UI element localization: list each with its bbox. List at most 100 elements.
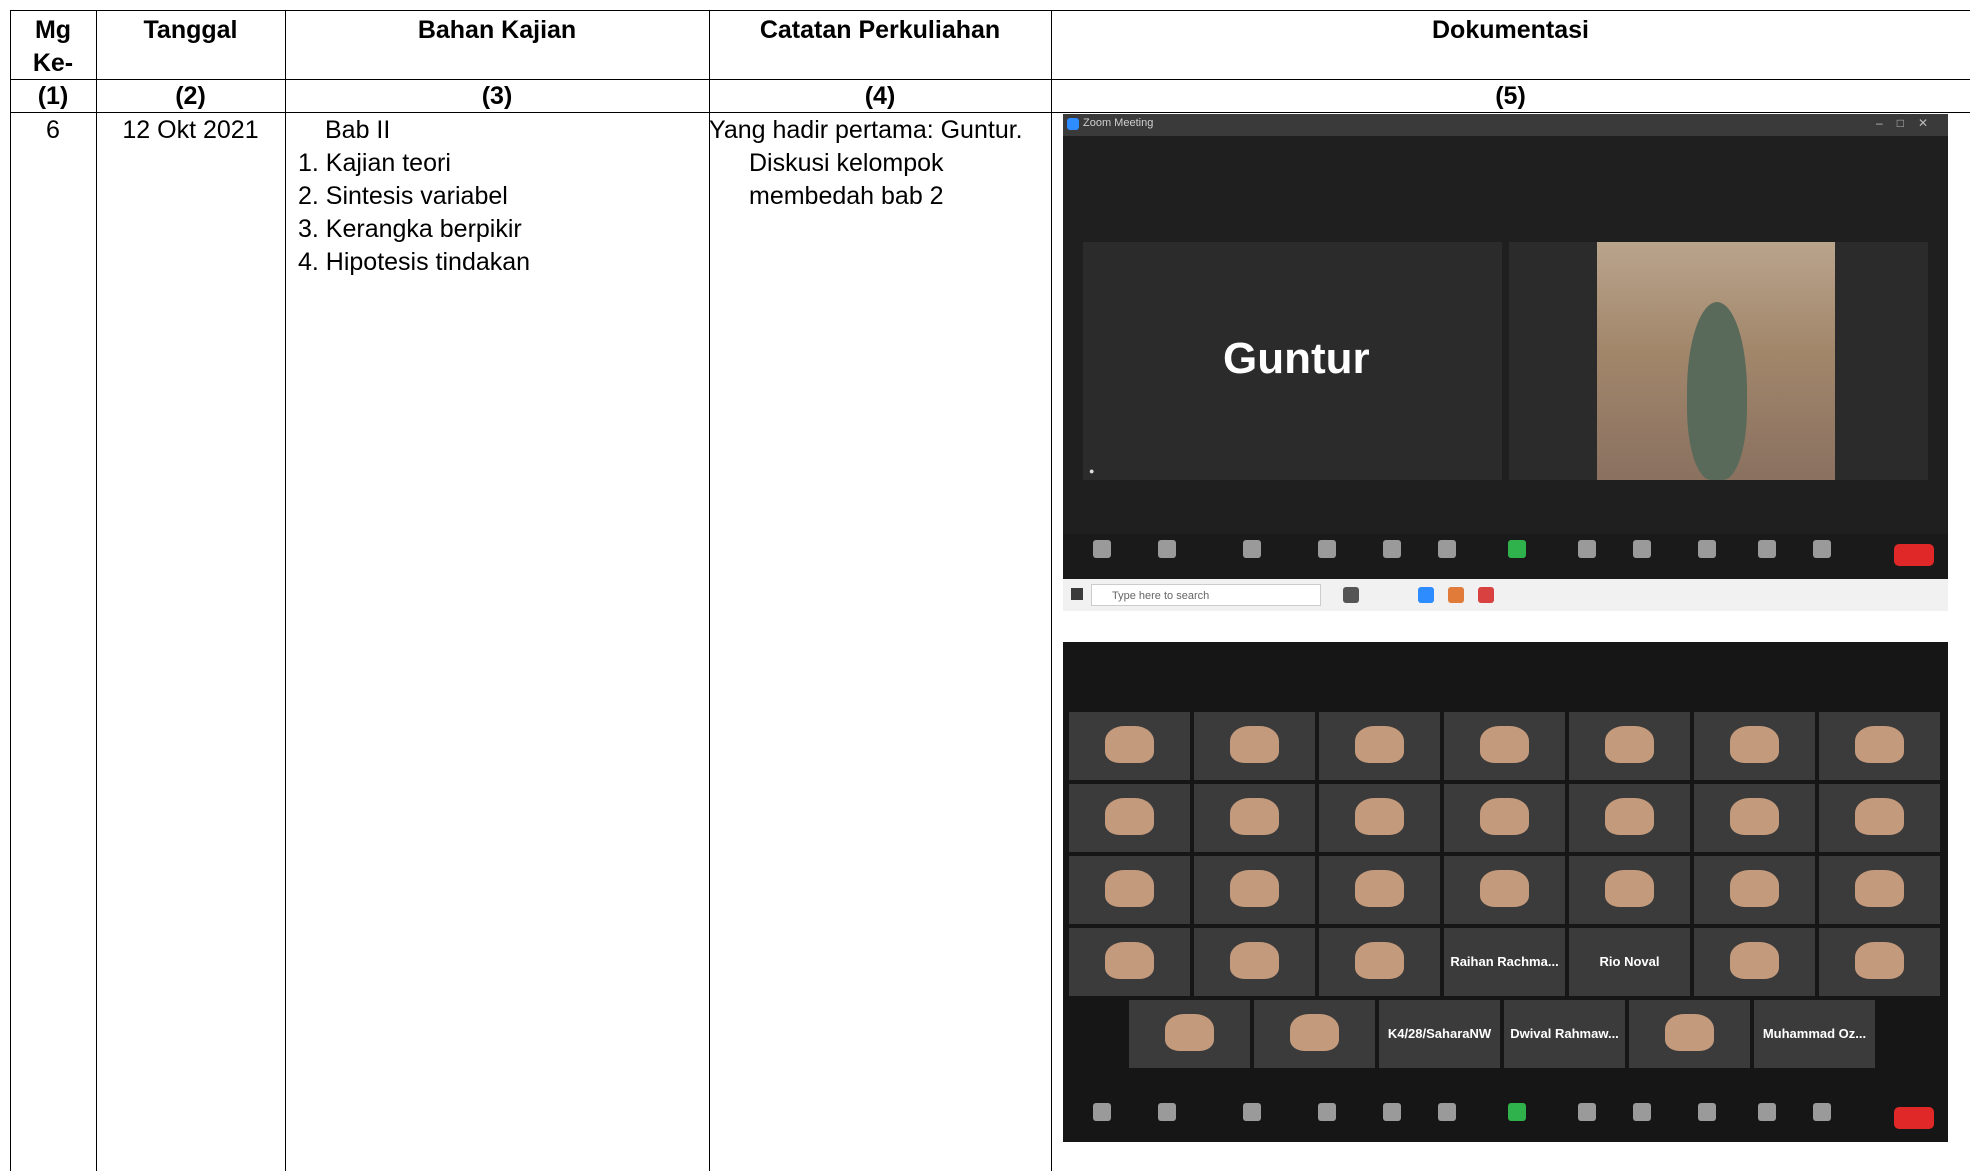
col-number-3: (3) <box>481 82 513 110</box>
gallery-participant-tile <box>1694 856 1815 924</box>
participant-face <box>1480 869 1529 907</box>
zoom-toolbar <box>1063 534 1948 582</box>
share-screen-icon[interactable] <box>1508 540 1526 558</box>
gallery-participant-tile: Dwival Rahmaw... <box>1504 1000 1625 1068</box>
participant-face <box>1665 1013 1714 1051</box>
window-controls-icon: –□✕ <box>1876 116 1942 130</box>
header-date: Tanggal <box>143 16 238 44</box>
gallery-participant-tile <box>1319 712 1440 780</box>
zoom-screenshot-gallery: Raihan Rachma... Rio Noval K4/28/SaharaNW D… <box>1063 642 1948 1142</box>
gallery-end-meeting-button[interactable] <box>1894 1107 1934 1129</box>
video-tile-guntur: Guntur ● <box>1083 242 1502 480</box>
gallery-participant-tile <box>1569 784 1690 852</box>
gallery-share-screen-icon[interactable] <box>1508 1103 1526 1121</box>
gallery-participant-tile <box>1444 712 1565 780</box>
participant-face <box>1855 797 1904 835</box>
session-date: 12 Okt 2021 <box>122 116 259 144</box>
windows-start-icon[interactable] <box>1071 588 1083 600</box>
gallery-reactions-icon[interactable] <box>1698 1103 1716 1121</box>
participant-figure <box>1687 302 1747 480</box>
zoom-screenshot-speaker: Zoom Meeting –□✕ Guntur ● Type here to s… <box>1063 114 1948 611</box>
gallery-record-icon[interactable] <box>1578 1103 1596 1121</box>
gallery-participant-tile <box>1694 784 1815 852</box>
reactions-icon[interactable] <box>1698 540 1716 558</box>
table-border-top <box>10 10 1970 11</box>
gallery-breakout-icon[interactable] <box>1633 1103 1651 1121</box>
app-taskbar-icon[interactable] <box>1478 587 1494 603</box>
header-week-line1: Mg <box>34 16 72 44</box>
participants-icon[interactable] <box>1318 540 1336 558</box>
col-number-4: (4) <box>864 82 896 110</box>
tile-label-guntur: ● <box>1089 466 1095 476</box>
gallery-participant-tile <box>1319 928 1440 996</box>
video-tile-participant <box>1509 242 1928 480</box>
end-meeting-button[interactable] <box>1894 544 1934 566</box>
gallery-participant-tile <box>1069 784 1190 852</box>
gallery-participant-tile <box>1254 1000 1375 1068</box>
gallery-participant-tile: Rio Noval <box>1569 928 1690 996</box>
record-icon[interactable] <box>1578 540 1596 558</box>
apps-icon[interactable] <box>1758 540 1776 558</box>
zoom-taskbar-icon[interactable] <box>1418 587 1434 603</box>
participant-face <box>1105 725 1154 763</box>
video-icon[interactable] <box>1158 540 1176 558</box>
taskview-icon[interactable] <box>1343 587 1359 603</box>
zoom-window-title: Zoom Meeting <box>1083 117 1154 129</box>
header-notes: Catatan Perkuliahan <box>759 16 1001 44</box>
participant-face <box>1230 725 1279 763</box>
gallery-name-text: Muhammad Oz... <box>1762 1026 1867 1041</box>
gallery-video-icon[interactable] <box>1158 1103 1176 1121</box>
mute-icon[interactable] <box>1093 540 1111 558</box>
participant-face <box>1730 797 1779 835</box>
table-divider-2 <box>285 10 286 1171</box>
table-border-left <box>10 10 11 1171</box>
participant-face <box>1480 725 1529 763</box>
participant-face <box>1605 869 1654 907</box>
gallery-participant-tile <box>1444 856 1565 924</box>
gallery-participant-tile <box>1069 928 1190 996</box>
gallery-toolbar <box>1063 1097 1948 1142</box>
notes-line-1: Yang hadir pertama: Guntur. <box>709 116 1023 144</box>
gallery-participant-tile <box>1069 712 1190 780</box>
gallery-participant-tile <box>1694 712 1815 780</box>
more-icon[interactable] <box>1813 540 1831 558</box>
participant-face <box>1105 797 1154 835</box>
notes-line-2: Diskusi kelompok <box>749 149 944 177</box>
gallery-participant-tile <box>1194 784 1315 852</box>
header-week: Mg Ke- <box>10 14 96 80</box>
gallery-more-icon[interactable] <box>1813 1103 1831 1121</box>
chat-icon[interactable] <box>1438 540 1456 558</box>
gallery-participant-tile <box>1819 784 1940 852</box>
participant-face <box>1855 941 1904 979</box>
zoom-logo-icon <box>1067 118 1079 130</box>
participant-face <box>1605 797 1654 835</box>
participant-face <box>1105 869 1154 907</box>
breakout-rooms-icon[interactable] <box>1633 540 1651 558</box>
header-week-line2: Ke- <box>32 49 74 77</box>
participant-face <box>1230 869 1279 907</box>
gallery-participant-tile <box>1319 856 1440 924</box>
participant-face <box>1355 797 1404 835</box>
participant-face <box>1105 941 1154 979</box>
gallery-polls-icon[interactable] <box>1383 1103 1401 1121</box>
participant-face <box>1605 725 1654 763</box>
gallery-participant-tile <box>1194 712 1315 780</box>
polls-icon[interactable] <box>1383 540 1401 558</box>
gallery-participant-tile <box>1819 712 1940 780</box>
gallery-participants-icon[interactable] <box>1318 1103 1336 1121</box>
browser-taskbar-icon[interactable] <box>1448 587 1464 603</box>
gallery-security-icon[interactable] <box>1243 1103 1261 1121</box>
speaker-name: Guntur <box>1223 334 1370 383</box>
participant-face <box>1355 869 1404 907</box>
participant-face <box>1355 725 1404 763</box>
participant-face <box>1730 869 1779 907</box>
header-topic: Bahan Kajian <box>417 16 577 44</box>
security-icon[interactable] <box>1243 540 1261 558</box>
col-number-1: (1) <box>37 82 69 110</box>
gallery-mute-icon[interactable] <box>1093 1103 1111 1121</box>
gallery-chat-icon[interactable] <box>1438 1103 1456 1121</box>
gallery-apps-icon[interactable] <box>1758 1103 1776 1121</box>
gallery-participant-tile <box>1069 856 1190 924</box>
taskbar-search[interactable]: Type here to search <box>1091 584 1321 606</box>
topic-item-2: 2. Sintesis variabel <box>298 182 508 210</box>
